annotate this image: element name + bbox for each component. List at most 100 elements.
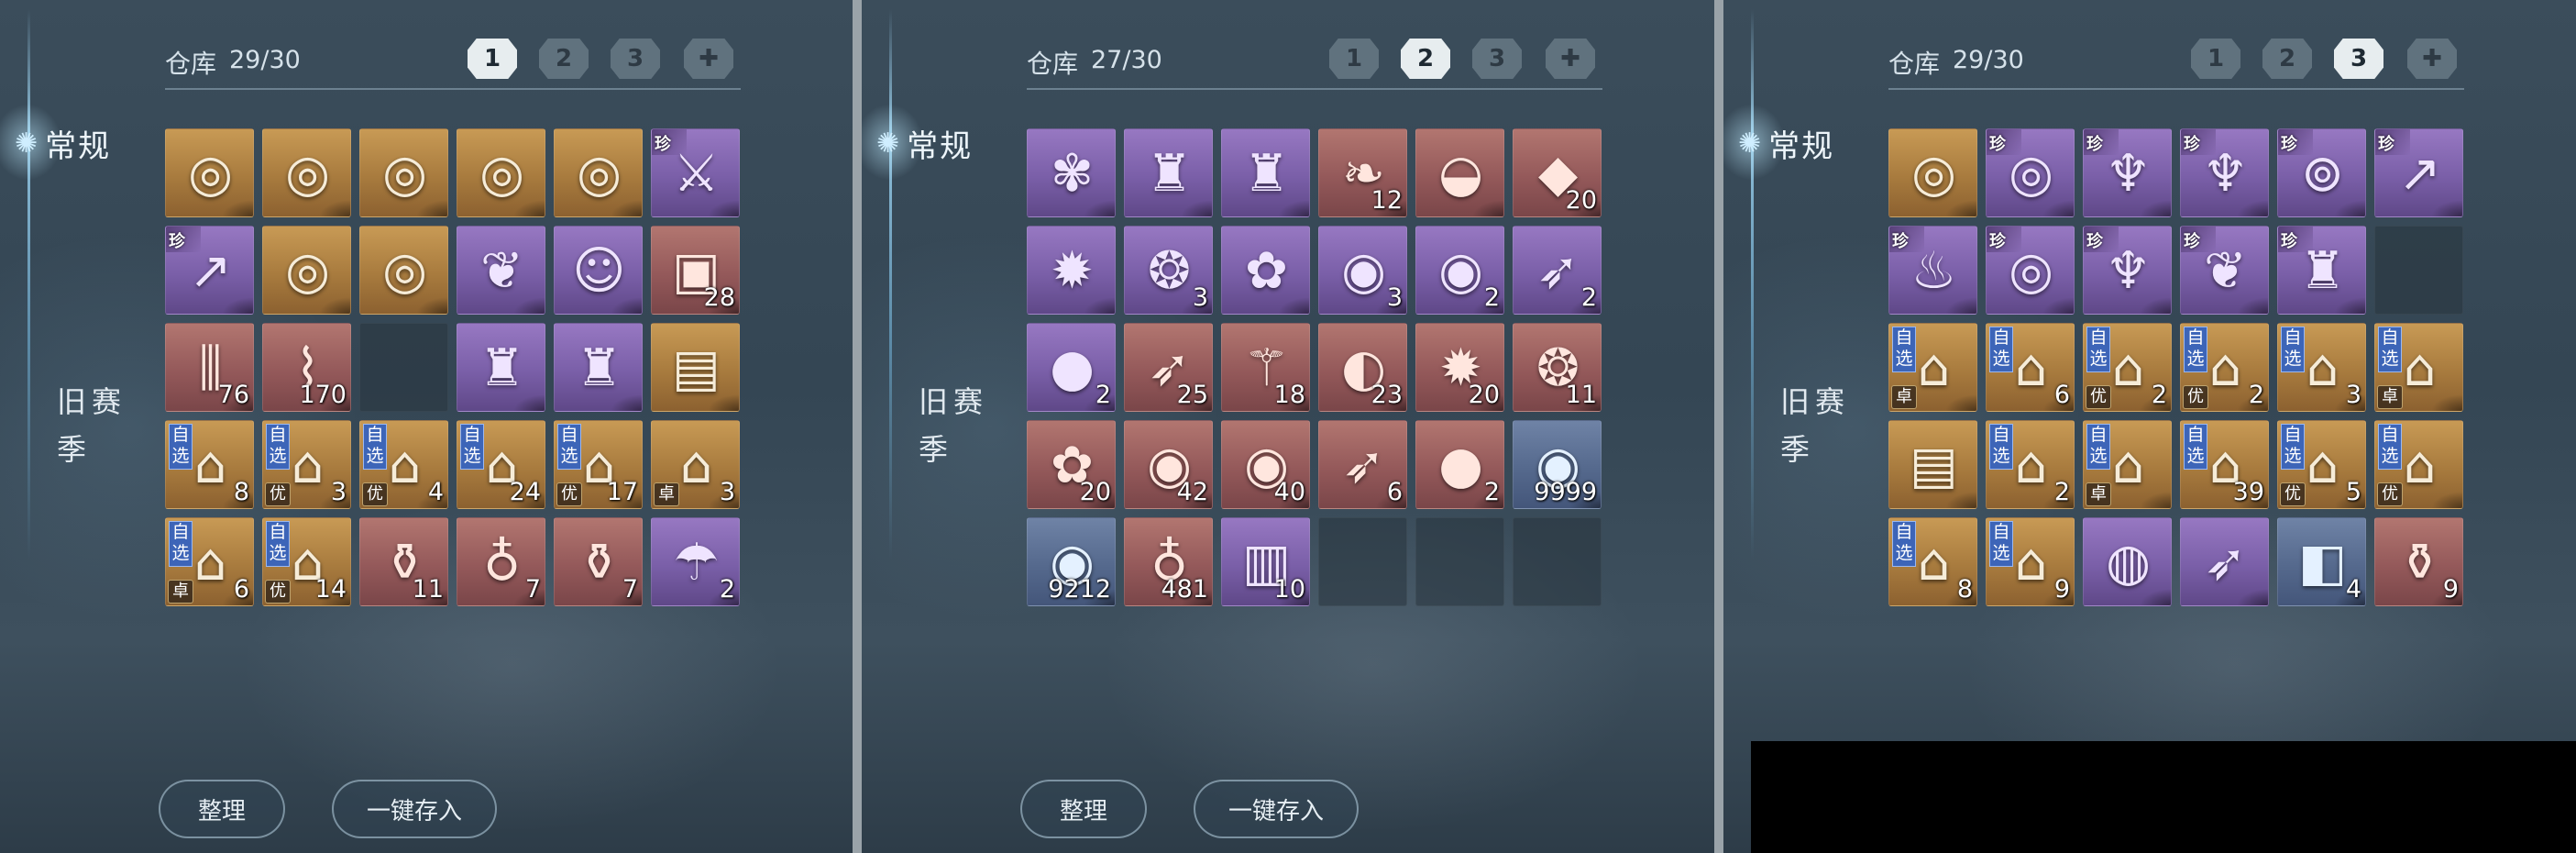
item-slot[interactable]: ▤ xyxy=(651,323,740,412)
item-slot[interactable]: ♁ 7 xyxy=(457,517,545,606)
item-slot[interactable]: ◉ 3 xyxy=(1318,226,1407,315)
page-tab-1[interactable]: 1 xyxy=(2191,39,2240,79)
item-slot[interactable]: ✿ 20 xyxy=(1027,420,1116,509)
item-slot[interactable]: ♜ xyxy=(554,323,643,412)
page-tab-2[interactable]: 2 xyxy=(1401,39,1450,79)
item-slot[interactable]: ◆ 20 xyxy=(1513,128,1602,217)
item-slot[interactable]: ⌂ 自选 8 xyxy=(1888,517,1977,606)
item-slot[interactable]: ⌂ 自选优 17 xyxy=(554,420,643,509)
item-slot[interactable]: ◎ xyxy=(359,226,448,315)
item-slot[interactable]: ♆ 珍 xyxy=(2180,128,2269,217)
page-tab-2[interactable]: 2 xyxy=(2262,39,2312,79)
item-slot[interactable]: ❂ 3 xyxy=(1124,226,1213,315)
store-all-button[interactable]: 一键存入 xyxy=(332,780,497,838)
add-page-button[interactable]: ✚ xyxy=(684,39,733,79)
category-tab-general[interactable]: ✺ 常规 xyxy=(876,121,973,166)
item-slot[interactable]: ⌂ 自选 6 xyxy=(1986,323,2075,412)
item-slot[interactable]: ▣ 28 xyxy=(651,226,740,315)
item-slot[interactable]: ⚚ 18 xyxy=(1221,323,1310,412)
page-tab-2[interactable]: 2 xyxy=(539,39,589,79)
item-slot[interactable]: ◉ 9999 xyxy=(1513,420,1602,509)
item-slot[interactable]: ⌂ 自选卓 xyxy=(2374,323,2463,412)
item-slot[interactable]: ✿ xyxy=(1221,226,1310,315)
item-slot[interactable]: ⌂ 自选优 4 xyxy=(359,420,448,509)
item-slot[interactable]: ➶ 6 xyxy=(1318,420,1407,509)
item-slot[interactable]: ♆ 珍 xyxy=(2083,128,2172,217)
item-slot[interactable]: ♆ 珍 xyxy=(2083,226,2172,315)
item-slot[interactable]: ♜ xyxy=(1124,128,1213,217)
item-slot[interactable]: ◉ 9212 xyxy=(1027,517,1116,606)
store-all-button[interactable]: 一键存入 xyxy=(1194,780,1359,838)
page-tab-1[interactable]: 1 xyxy=(468,39,517,79)
item-slot[interactable]: ♁ 481 xyxy=(1124,517,1213,606)
item-slot[interactable]: ⚱ 11 xyxy=(359,517,448,606)
item-slot[interactable]: ⚱ 9 xyxy=(2374,517,2463,606)
category-tab-old-season[interactable]: 旧赛季 xyxy=(57,378,130,473)
item-slot[interactable]: ➶ 2 xyxy=(1513,226,1602,315)
item-slot[interactable]: ⌂ 自选优 xyxy=(2374,420,2463,509)
add-page-button[interactable]: ✚ xyxy=(2407,39,2457,79)
item-slot[interactable]: ⌂ 卓 3 xyxy=(651,420,740,509)
item-slot[interactable]: ● 2 xyxy=(1027,323,1116,412)
item-slot[interactable]: ➶ xyxy=(2180,517,2269,606)
empty-slot[interactable] xyxy=(1513,517,1602,606)
item-slot[interactable]: ● 2 xyxy=(1415,420,1504,509)
item-slot[interactable]: ◎ xyxy=(262,128,351,217)
page-tab-3[interactable]: 3 xyxy=(611,39,660,79)
category-tab-general[interactable]: ✺ 常规 xyxy=(1738,121,1834,166)
item-slot[interactable]: ◉ 40 xyxy=(1221,420,1310,509)
item-slot[interactable]: ◉ 2 xyxy=(1415,226,1504,315)
item-slot[interactable]: ⌂ 自选优 2 xyxy=(2083,323,2172,412)
category-tab-old-season[interactable]: 旧赛季 xyxy=(1780,378,1854,473)
sort-button[interactable]: 整理 xyxy=(1020,780,1147,838)
empty-slot[interactable] xyxy=(1415,517,1504,606)
empty-slot[interactable] xyxy=(1318,517,1407,606)
category-tab-general[interactable]: ✺ 常规 xyxy=(15,121,111,166)
item-slot[interactable]: ❦ 珍 xyxy=(2180,226,2269,315)
item-slot[interactable]: ⚔ 珍 xyxy=(651,128,740,217)
item-slot[interactable]: ↗ 珍 xyxy=(2374,128,2463,217)
page-tab-3[interactable]: 3 xyxy=(2334,39,2383,79)
item-slot[interactable]: ⌂ 自选卓 xyxy=(1888,323,1977,412)
add-page-button[interactable]: ✚ xyxy=(1546,39,1595,79)
sort-button[interactable]: 整理 xyxy=(159,780,285,838)
item-slot[interactable]: ⌂ 自选卓 6 xyxy=(165,517,254,606)
item-slot[interactable]: ⚱ 7 xyxy=(554,517,643,606)
item-slot[interactable]: ⌂ 自选 2 xyxy=(1986,420,2075,509)
item-slot[interactable]: ⊚ 珍 xyxy=(2277,128,2366,217)
item-slot[interactable]: ☂ 2 xyxy=(651,517,740,606)
item-slot[interactable]: ⌂ 自选优 3 xyxy=(262,420,351,509)
category-tab-old-season[interactable]: 旧赛季 xyxy=(919,378,992,473)
item-slot[interactable]: ◎ xyxy=(554,128,643,217)
item-slot[interactable]: ⫼ 76 xyxy=(165,323,254,412)
item-slot[interactable]: ⌂ 自选 3 xyxy=(2277,323,2366,412)
item-slot[interactable]: ✾ xyxy=(1027,128,1116,217)
item-slot[interactable]: ⌂ 自选 39 xyxy=(2180,420,2269,509)
item-slot[interactable]: ◎ 珍 xyxy=(1986,226,2075,315)
item-slot[interactable]: ◐ 23 xyxy=(1318,323,1407,412)
item-slot[interactable]: ♜ xyxy=(1221,128,1310,217)
item-slot[interactable]: ❧ 12 xyxy=(1318,128,1407,217)
item-slot[interactable]: ➶ 25 xyxy=(1124,323,1213,412)
item-slot[interactable]: ❦ xyxy=(457,226,545,315)
item-slot[interactable]: ◒ xyxy=(1415,128,1504,217)
item-slot[interactable]: ◍ xyxy=(2083,517,2172,606)
item-slot[interactable]: ▥ 10 xyxy=(1221,517,1310,606)
item-slot[interactable]: ✹ xyxy=(1027,226,1116,315)
item-slot[interactable]: ◎ xyxy=(165,128,254,217)
item-slot[interactable]: ◎ xyxy=(262,226,351,315)
page-tab-3[interactable]: 3 xyxy=(1472,39,1522,79)
item-slot[interactable]: ◎ 珍 xyxy=(1986,128,2075,217)
item-slot[interactable]: ◎ xyxy=(359,128,448,217)
item-slot[interactable]: ⌇ 170 xyxy=(262,323,351,412)
item-slot[interactable]: ⌂ 自选优 14 xyxy=(262,517,351,606)
item-slot[interactable]: ⌂ 自选 9 xyxy=(1986,517,2075,606)
empty-slot[interactable] xyxy=(2374,226,2463,315)
item-slot[interactable]: ⌂ 自选 8 xyxy=(165,420,254,509)
item-slot[interactable]: ⌂ 自选优 5 xyxy=(2277,420,2366,509)
item-slot[interactable]: ◎ xyxy=(457,128,545,217)
item-slot[interactable]: ⌂ 自选 24 xyxy=(457,420,545,509)
item-slot[interactable]: ♜ xyxy=(457,323,545,412)
item-slot[interactable]: ▤ xyxy=(1888,420,1977,509)
page-tab-1[interactable]: 1 xyxy=(1329,39,1379,79)
